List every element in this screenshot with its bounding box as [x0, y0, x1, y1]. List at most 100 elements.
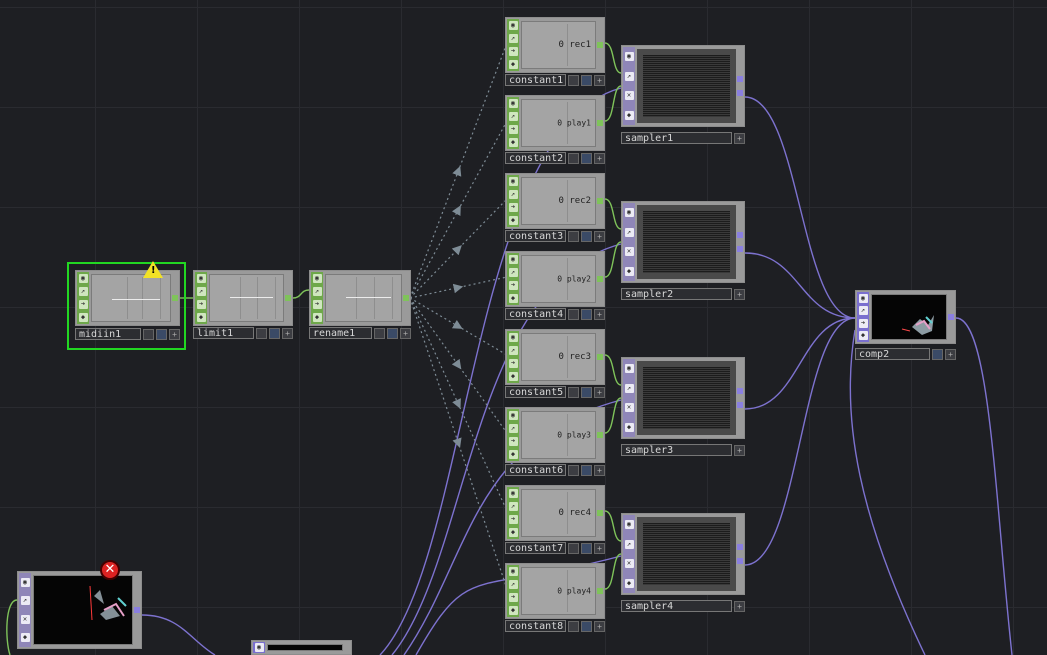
- node-constant1[interactable]: ◉ ↗ ➜ ◆ 0 rec1 constant1 +: [505, 17, 605, 87]
- node-constant5[interactable]: ◉ ↗ ➜ ◆ 0 rec3 constant5 +: [505, 329, 605, 399]
- cook-flag-icon[interactable]: ➜: [196, 300, 206, 309]
- lock-flag-icon[interactable]: ◆: [508, 606, 518, 615]
- wire-constant-sampler[interactable]: [604, 42, 622, 74]
- node-name[interactable]: midiin1: [75, 328, 141, 340]
- render-toggle[interactable]: [581, 542, 592, 554]
- display-toggle[interactable]: [568, 620, 579, 632]
- node-name[interactable]: constant6: [505, 464, 566, 476]
- export-wire[interactable]: [409, 297, 508, 356]
- node-name[interactable]: constant1: [505, 74, 566, 86]
- node-limit1[interactable]: ◉ ↗ ➜ ◆ limit1 +: [193, 270, 293, 340]
- bypass-flag-icon[interactable]: ↗: [508, 34, 518, 43]
- cook-flag-icon[interactable]: ✕: [624, 559, 634, 569]
- wire-constant-sampler[interactable]: [604, 354, 622, 386]
- viewer-flag-icon[interactable]: ◉: [254, 643, 264, 652]
- node-name[interactable]: sampler2: [621, 288, 732, 300]
- export-wire[interactable]: [409, 297, 508, 512]
- info-toggle[interactable]: +: [594, 308, 605, 320]
- bypass-flag-icon[interactable]: ↗: [508, 580, 518, 589]
- export-wire[interactable]: [409, 198, 508, 299]
- viewer-flag-icon[interactable]: ◉: [624, 52, 634, 62]
- viewer-flag-icon[interactable]: ◉: [508, 21, 518, 30]
- node-sampler3[interactable]: ◉ ↗ ✕ ◆ sampler3 +: [621, 357, 745, 457]
- info-toggle[interactable]: +: [594, 620, 605, 632]
- lock-flag-icon[interactable]: ◆: [624, 266, 634, 276]
- bypass-flag-icon[interactable]: ↗: [624, 71, 634, 81]
- viewer-flag-icon[interactable]: ◉: [20, 577, 30, 587]
- viewer-flag-icon[interactable]: ◉: [624, 208, 634, 218]
- export-wire[interactable]: [409, 42, 508, 299]
- display-toggle[interactable]: [568, 230, 579, 242]
- viewer-flag-icon[interactable]: ◉: [624, 520, 634, 530]
- lock-flag-icon[interactable]: ◆: [508, 528, 518, 537]
- render-toggle[interactable]: [581, 74, 592, 86]
- node-name[interactable]: constant5: [505, 386, 566, 398]
- wire-sampler-comp[interactable]: [744, 252, 856, 319]
- node-sampler4[interactable]: ◉ ↗ ✕ ◆ sampler4 +: [621, 513, 745, 613]
- display-toggle[interactable]: [374, 327, 385, 339]
- warning-icon[interactable]: !: [143, 261, 163, 278]
- bypass-flag-icon[interactable]: ↗: [858, 306, 868, 316]
- export-wire[interactable]: [409, 120, 508, 299]
- viewer-flag-icon[interactable]: ◉: [508, 255, 518, 264]
- lock-flag-icon[interactable]: ◆: [624, 578, 634, 588]
- cook-flag-icon[interactable]: ➜: [508, 47, 518, 56]
- node-rename1[interactable]: ◉ ↗ ➜ ◆ rename1 +: [309, 270, 411, 340]
- wire-comp-out[interactable]: [955, 317, 1013, 655]
- viewer-flag-icon[interactable]: ◉: [508, 333, 518, 342]
- wire-limit-rename[interactable]: [292, 289, 310, 299]
- wire-sampler-comp[interactable]: [744, 317, 856, 566]
- node-sampler2[interactable]: ◉ ↗ ✕ ◆ sampler2 +: [621, 201, 745, 301]
- cook-flag-icon[interactable]: ➜: [508, 515, 518, 524]
- viewer-flag-icon[interactable]: ◉: [624, 364, 634, 374]
- viewer-flag-icon[interactable]: ◉: [78, 274, 88, 283]
- lock-flag-icon[interactable]: ◆: [508, 138, 518, 147]
- render-toggle[interactable]: [581, 308, 592, 320]
- wire-sampler-comp[interactable]: [744, 317, 856, 410]
- display-toggle[interactable]: [568, 152, 579, 164]
- lock-flag-icon[interactable]: ◆: [858, 331, 868, 341]
- info-toggle[interactable]: +: [945, 348, 956, 360]
- node-constant3[interactable]: ◉ ↗ ➜ ◆ 0 rec2 constant3 +: [505, 173, 605, 243]
- node-name[interactable]: sampler3: [621, 444, 732, 456]
- viewer-flag-icon[interactable]: ◉: [508, 411, 518, 420]
- cook-flag-icon[interactable]: ➜: [858, 318, 868, 328]
- node-name[interactable]: constant8: [505, 620, 566, 632]
- render-toggle[interactable]: [932, 348, 943, 360]
- lock-flag-icon[interactable]: ◆: [508, 372, 518, 381]
- bypass-flag-icon[interactable]: ↗: [508, 190, 518, 199]
- bypass-flag-icon[interactable]: ↗: [78, 287, 88, 296]
- node-name[interactable]: constant7: [505, 542, 566, 554]
- info-toggle[interactable]: +: [282, 327, 293, 339]
- bypass-flag-icon[interactable]: ↗: [20, 596, 30, 606]
- export-wire[interactable]: [409, 297, 508, 434]
- render-toggle[interactable]: [269, 327, 280, 339]
- display-toggle[interactable]: [568, 386, 579, 398]
- lock-flag-icon[interactable]: ◆: [20, 633, 30, 643]
- wire-constant-sampler[interactable]: [604, 198, 622, 230]
- wire-bottom-left-out[interactable]: [141, 614, 216, 655]
- cook-flag-icon[interactable]: ➜: [508, 437, 518, 446]
- node-name[interactable]: rename1: [309, 327, 372, 339]
- node-name[interactable]: comp2: [855, 348, 930, 360]
- bypass-flag-icon[interactable]: ↗: [508, 112, 518, 121]
- node-name[interactable]: sampler1: [621, 132, 732, 144]
- info-toggle[interactable]: +: [594, 230, 605, 242]
- node-name[interactable]: constant4: [505, 308, 566, 320]
- render-toggle[interactable]: [581, 230, 592, 242]
- bypass-flag-icon[interactable]: ↗: [508, 502, 518, 511]
- cook-flag-icon[interactable]: ✕: [20, 614, 30, 624]
- node-name[interactable]: limit1: [193, 327, 254, 339]
- info-toggle[interactable]: +: [734, 132, 745, 144]
- display-toggle[interactable]: [568, 74, 579, 86]
- wire-comp-out-2[interactable]: [849, 329, 926, 655]
- bypass-flag-icon[interactable]: ↗: [624, 383, 634, 393]
- cook-flag-icon[interactable]: ➜: [508, 359, 518, 368]
- cook-flag-icon[interactable]: ✕: [624, 91, 634, 101]
- bypass-flag-icon[interactable]: ↗: [508, 424, 518, 433]
- viewer-flag-icon[interactable]: ◉: [196, 274, 206, 283]
- info-toggle[interactable]: +: [400, 327, 411, 339]
- cook-flag-icon[interactable]: ✕: [624, 247, 634, 257]
- lock-flag-icon[interactable]: ◆: [508, 60, 518, 69]
- node-name[interactable]: constant3: [505, 230, 566, 242]
